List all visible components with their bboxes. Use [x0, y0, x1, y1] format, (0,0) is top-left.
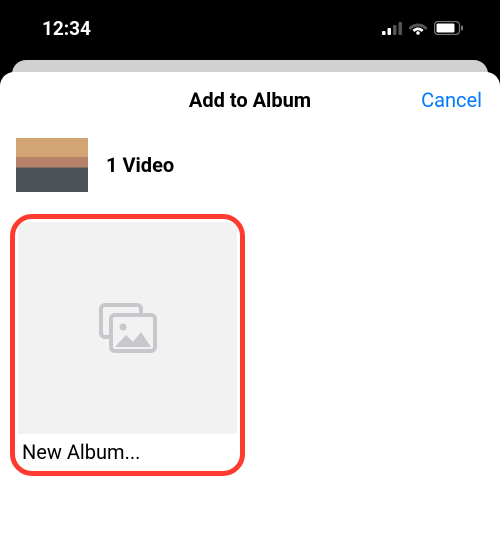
new-album-label: New Album...: [18, 434, 237, 468]
new-album-thumbnail: [18, 222, 237, 434]
sheet-title: Add to Album: [189, 88, 311, 112]
selection-count-label: 1 Video: [106, 153, 174, 177]
status-time: 12:34: [42, 17, 91, 40]
sheet-header: Add to Album Cancel: [0, 72, 500, 128]
new-album-button[interactable]: New Album...: [10, 214, 245, 476]
status-icons: [382, 21, 464, 35]
photo-stack-icon: [98, 302, 158, 354]
selection-row: 1 Video: [0, 128, 500, 214]
wifi-icon: [408, 21, 428, 35]
cancel-button[interactable]: Cancel: [421, 88, 482, 112]
album-grid: New Album...: [0, 214, 500, 476]
battery-icon: [434, 21, 464, 35]
status-bar: 12:34: [0, 0, 500, 56]
add-to-album-sheet: Add to Album Cancel 1 Video New Album...: [0, 72, 500, 547]
cellular-icon: [382, 22, 402, 35]
selected-video-thumbnail: [16, 138, 88, 192]
